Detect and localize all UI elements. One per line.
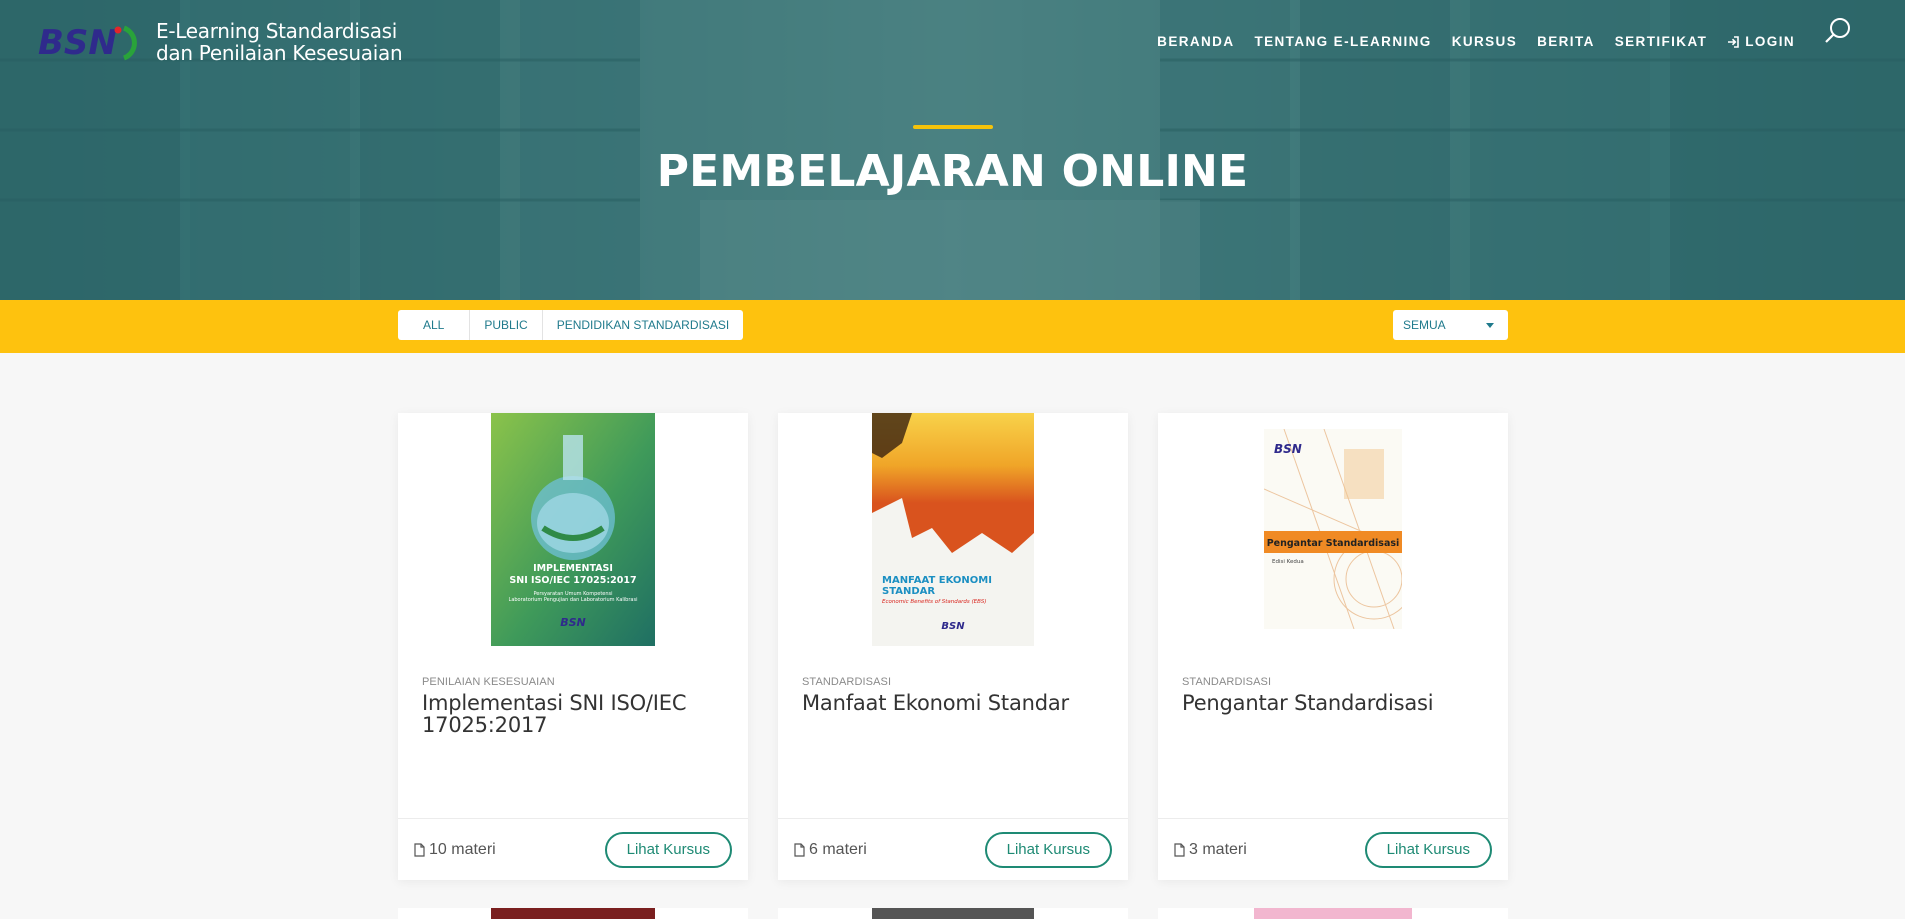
materi-count-label: 3 materi <box>1189 841 1247 858</box>
nav-sertifikat-label: SERTIFIKAT <box>1614 34 1708 49</box>
materi-count: 10 materi <box>414 841 496 859</box>
card-footer: 3 materi Lihat Kursus <box>1158 818 1508 880</box>
nav-kursus-label: KURSUS <box>1451 34 1518 49</box>
course-cover[interactable]: Pengantar Standardisasi Edisi Kedua BSN <box>1158 413 1508 646</box>
cover-title-line2: STANDAR <box>882 586 935 597</box>
filter-tab-public[interactable]: PUBLIC <box>470 310 543 340</box>
cover-title-line1: MANFAAT EKONOMI <box>882 575 992 586</box>
nav-tentang-label: TENTANG E-LEARNING <box>1254 34 1432 49</box>
course-card-partial <box>778 908 1128 919</box>
nav-login-label: LOGIN <box>1745 34 1795 49</box>
nav-sertifikat[interactable]: SERTIFIKAT <box>1615 34 1708 49</box>
nav-tentang[interactable]: TENTANG E-LEARNING <box>1254 34 1431 49</box>
cover-subtitle-line2: Laboratorium Pengujian dan Laboratorium … <box>509 597 638 603</box>
cover-title: Pengantar Standardisasi <box>1267 538 1400 549</box>
card-footer: 10 materi Lihat Kursus <box>398 818 748 880</box>
nav-kursus[interactable]: KURSUS <box>1452 34 1517 49</box>
sign-in-icon <box>1728 35 1740 48</box>
page-title: PEMBELAJARAN ONLINE <box>656 146 1249 197</box>
nav-beranda[interactable]: BERANDA <box>1157 34 1234 49</box>
cover-subtitle: Edisi Kedua <box>1272 559 1304 565</box>
filter-tab-all[interactable]: ALL <box>398 310 471 340</box>
card-footer: 6 materi Lihat Kursus <box>778 818 1128 880</box>
bsn-logo-icon: BSN <box>38 23 137 63</box>
file-icon <box>1174 843 1185 857</box>
course-card: IMPLEMENTASI SNI ISO/IEC 17025:2017 Pers… <box>398 413 748 880</box>
course-card-partial <box>1158 908 1508 919</box>
course-card-partial <box>398 908 748 919</box>
course-category: STANDARDISASI <box>802 676 892 688</box>
cover-brand: BSN <box>560 616 586 629</box>
course-cover-image: IMPLEMENTASI SNI ISO/IEC 17025:2017 Pers… <box>491 413 655 646</box>
course-cover[interactable]: IMPLEMENTASI SNI ISO/IEC 17025:2017 Pers… <box>398 413 748 646</box>
cover-title-line2: SNI ISO/IEC 17025:2017 <box>509 575 636 586</box>
course-cover-image: Pengantar Standardisasi Edisi Kedua BSN <box>1264 429 1402 629</box>
main-nav: BERANDA TENTANG E-LEARNING KURSUS BERITA… <box>1157 34 1795 49</box>
nav-berita[interactable]: BERITA <box>1537 34 1595 49</box>
course-title[interactable]: Manfaat Ekonomi Standar <box>802 692 1102 714</box>
nav-beranda-label: BERANDA <box>1157 34 1235 49</box>
filter-tab-pendidikan-standardisasi[interactable]: PENDIDIKAN STANDARDISASI <box>543 310 743 340</box>
course-title[interactable]: Implementasi SNI ISO/IEC 17025:2017 <box>422 692 722 736</box>
course-category: STANDARDISASI <box>1182 676 1272 688</box>
search-icon[interactable] <box>1823 16 1853 46</box>
course-cover-image: MANFAAT EKONOMI STANDAR Economic Benefit… <box>872 413 1034 646</box>
cover-subtitle: Economic Benefits of Standards (EBS) <box>882 599 987 605</box>
site-title-line2: dan Penilaian Kesesuaian <box>156 41 403 65</box>
site-title: E-Learning Standardisasi dan Penilaian K… <box>156 19 403 65</box>
course-cover[interactable]: MANFAAT EKONOMI STANDAR Economic Benefit… <box>778 413 1128 646</box>
lihat-kursus-button[interactable]: Lihat Kursus <box>1364 832 1492 868</box>
nav-berita-label: BERITA <box>1537 34 1595 49</box>
site-title-line1: E-Learning Standardisasi <box>156 19 398 43</box>
materi-count-label: 10 materi <box>429 841 496 858</box>
file-icon <box>794 843 805 857</box>
file-icon <box>414 843 425 857</box>
course-title[interactable]: Pengantar Standardisasi <box>1182 692 1482 714</box>
materi-count-label: 6 materi <box>809 841 867 858</box>
course-cover-partial <box>872 908 1034 919</box>
caret-down-icon <box>1486 323 1494 328</box>
cover-brand: BSN <box>941 621 965 632</box>
title-accent-line <box>913 125 993 129</box>
course-card: MANFAAT EKONOMI STANDAR Economic Benefit… <box>778 413 1128 880</box>
course-cover-partial <box>491 908 655 919</box>
cover-title-line1: IMPLEMENTASI <box>533 563 613 574</box>
course-cover-partial <box>1254 908 1412 919</box>
bsn-logo-letters: BSN <box>38 23 117 63</box>
nav-login[interactable]: LOGIN <box>1727 34 1795 49</box>
lihat-kursus-button[interactable]: Lihat Kursus <box>604 832 732 868</box>
category-select[interactable]: SEMUA <box>1393 310 1508 340</box>
lihat-kursus-button[interactable]: Lihat Kursus <box>984 832 1112 868</box>
materi-count: 3 materi <box>1174 841 1247 859</box>
filter-tabs: ALL PUBLIC PENDIDIKAN STANDARDISASI <box>398 310 744 340</box>
course-category: PENILAIAN KESESUAIAN <box>422 676 555 688</box>
site-logo[interactable]: BSN E-Learning Standardisasi dan Penilai… <box>38 18 403 66</box>
cover-brand: BSN <box>1274 442 1302 456</box>
materi-count: 6 materi <box>794 841 867 859</box>
category-select-value: SEMUA <box>1403 318 1446 332</box>
filter-bar: ALL PUBLIC PENDIDIKAN STANDARDISASI SEMU… <box>0 300 1905 353</box>
course-card: Pengantar Standardisasi Edisi Kedua BSN … <box>1158 413 1508 880</box>
